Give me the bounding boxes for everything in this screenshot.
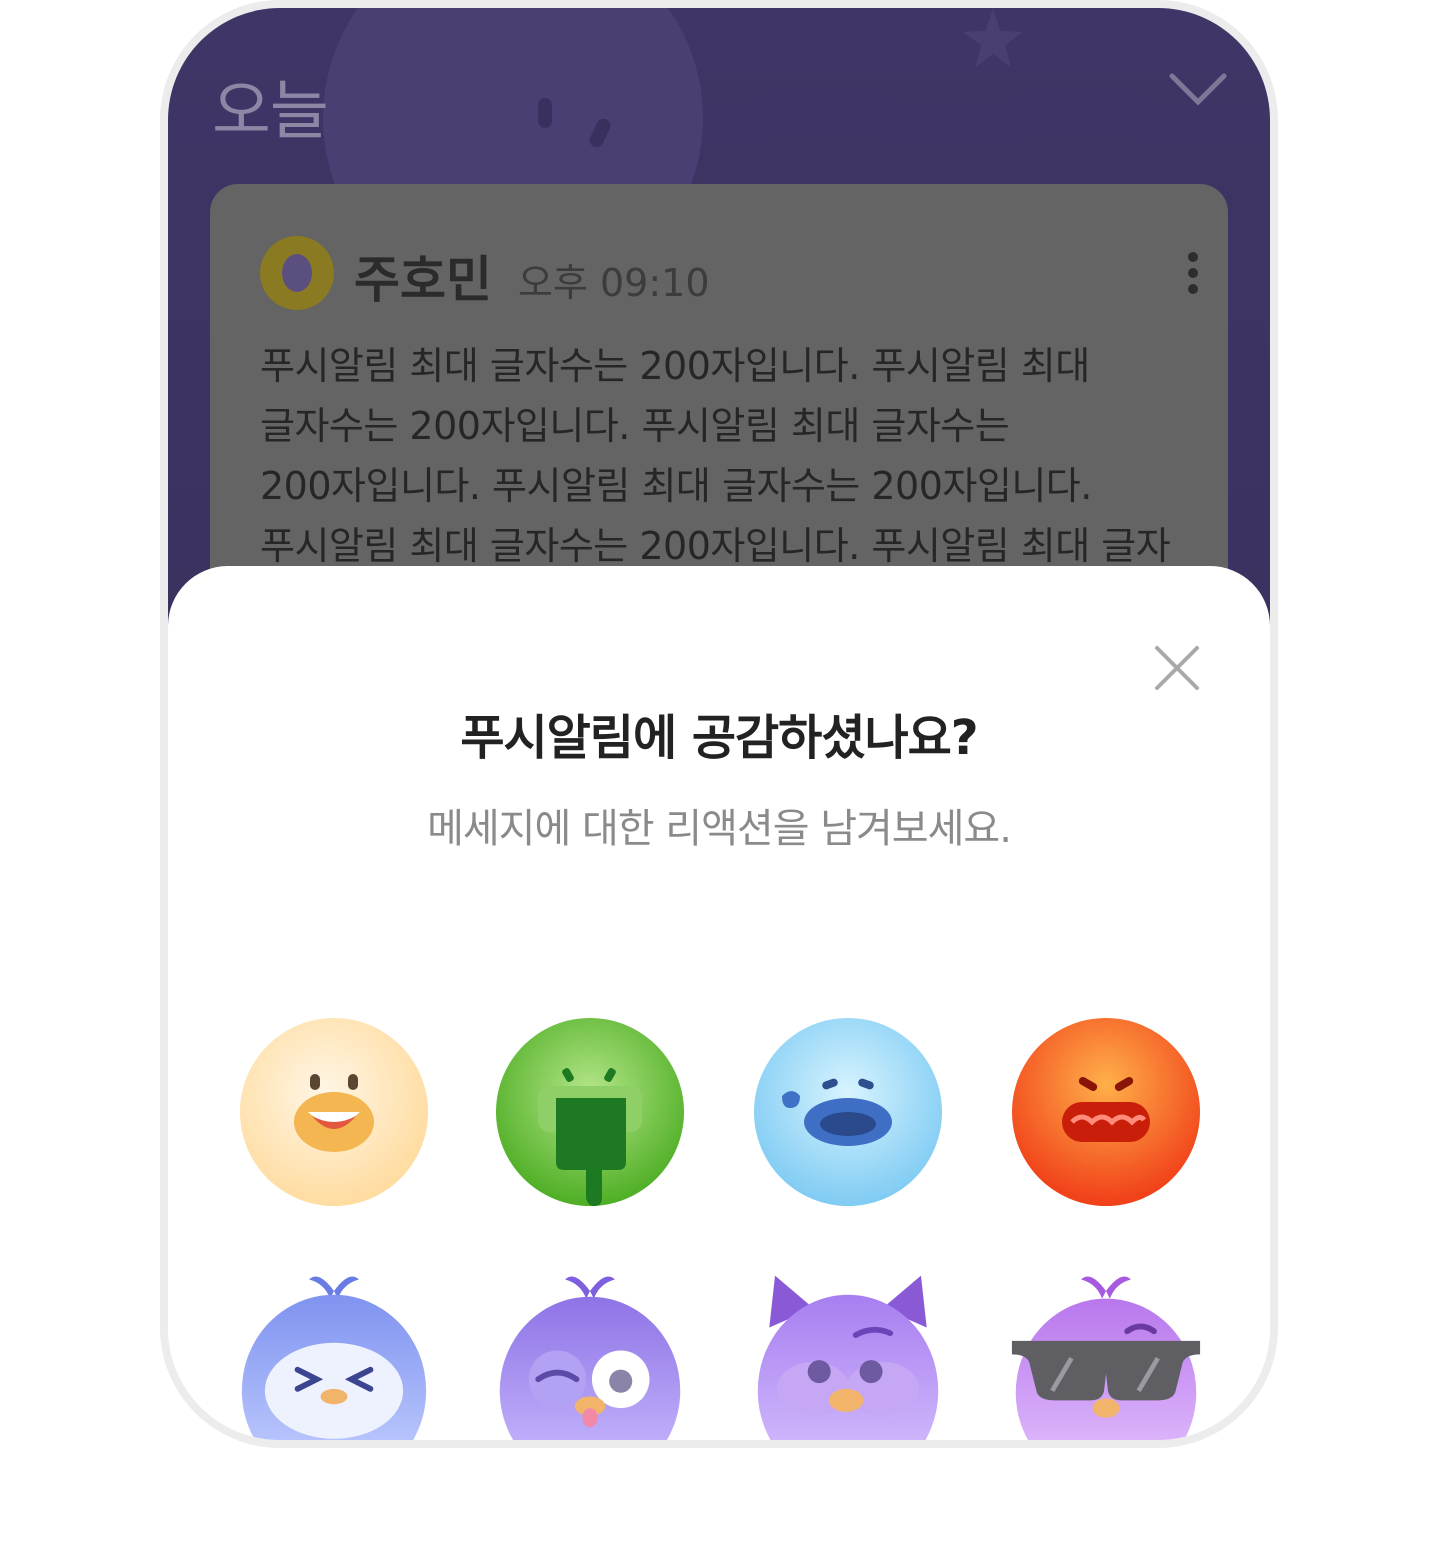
- avatar: [260, 236, 334, 310]
- more-options-icon[interactable]: [1188, 252, 1200, 300]
- sheet-title: 푸시알림에 공감하셨나요?: [460, 710, 978, 766]
- chevron-down-icon[interactable]: [1168, 70, 1228, 110]
- purple-bird-winking-icon[interactable]: [494, 1266, 686, 1440]
- close-icon[interactable]: [1153, 644, 1201, 692]
- pink-bird-sunglasses-icon[interactable]: [1010, 1266, 1202, 1440]
- blue-bird-laughing-icon[interactable]: [238, 1266, 430, 1440]
- angry-face-icon[interactable]: [1010, 1016, 1202, 1208]
- sender-name: 주호민: [354, 251, 492, 309]
- phone-frame: 오늘 주호민 오후 09:10 푸시알림 최대 글자수는 200자입니다. 푸시…: [160, 0, 1278, 1448]
- page-title: 오늘: [212, 75, 329, 149]
- star-illustration: [963, 8, 1023, 68]
- crying-face-icon[interactable]: [752, 1016, 944, 1208]
- sheet-subtitle: 메세지에 대한 리액션을 남겨보세요.: [427, 806, 1012, 852]
- thumbs-down-icon[interactable]: [494, 1016, 686, 1208]
- message-time: 오후 09:10: [518, 261, 710, 305]
- laughing-face-icon[interactable]: [238, 1016, 430, 1208]
- screen: 오늘 주호민 오후 09:10 푸시알림 최대 글자수는 200자입니다. 푸시…: [168, 8, 1270, 1440]
- reaction-sheet: 푸시알림에 공감하셨나요? 메세지에 대한 리액션을 남겨보세요.: [168, 566, 1270, 1440]
- purple-owl-icon[interactable]: [752, 1266, 944, 1440]
- message-body: 푸시알림 최대 글자수는 200자입니다. 푸시알림 최대 글자수는 200자입…: [260, 344, 1171, 568]
